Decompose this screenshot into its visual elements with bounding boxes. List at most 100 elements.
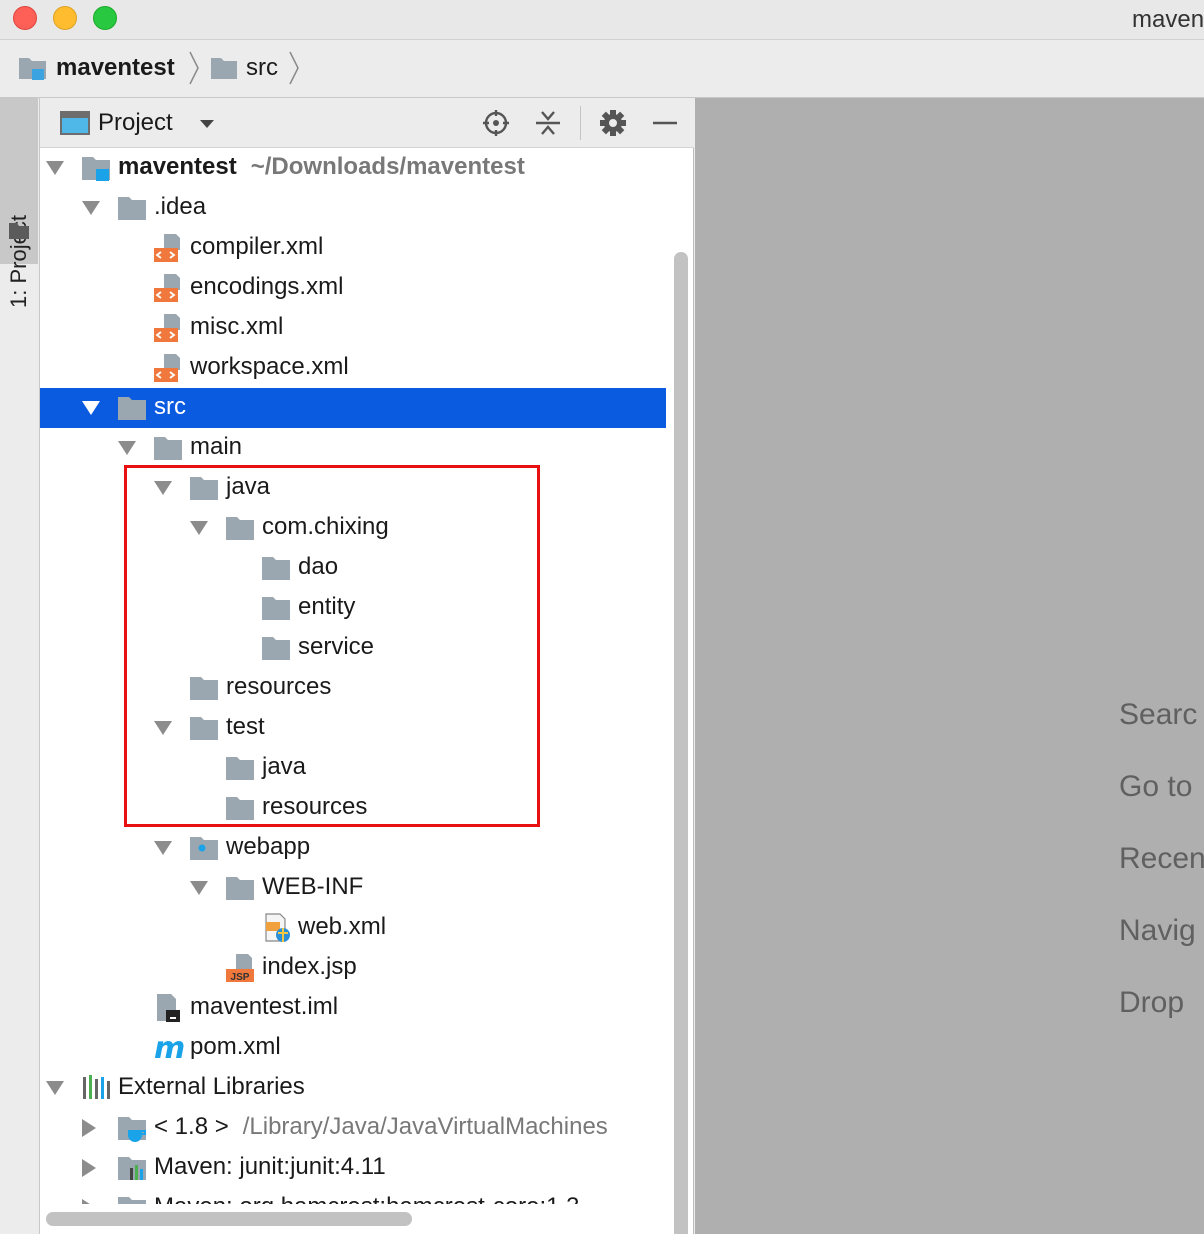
tree-row-name: WEB-INF <box>262 873 364 900</box>
tree-row[interactable]: misc.xml <box>40 308 666 348</box>
expand-down-icon[interactable] <box>154 721 172 735</box>
tree-row[interactable]: Maven: org.hamcrest:hamcrest-core:1.3 <box>40 1188 666 1204</box>
jdk-icon <box>116 1113 148 1143</box>
chevron-down-icon[interactable] <box>200 120 214 128</box>
tree-row-name: web.xml <box>298 913 387 940</box>
tree-row[interactable]: java <box>40 748 666 788</box>
project-tree[interactable]: maventest ~/Downloads/maventest .idea compi… <box>40 148 666 1204</box>
breadcrumb-label: src <box>246 54 278 81</box>
tree-row[interactable]: maventest.iml <box>40 988 666 1028</box>
tree-row[interactable]: WEB-INF <box>40 868 666 908</box>
tree-row-name: misc.xml <box>190 313 284 340</box>
hide-panel-icon[interactable] <box>650 108 680 138</box>
tree-row[interactable]: main <box>40 428 666 468</box>
tree-row-label: pom.xml <box>190 1033 281 1061</box>
collapse-right-icon[interactable] <box>82 1199 96 1204</box>
tree-row[interactable]: com.chixing <box>40 508 666 548</box>
tree-row-label: com.chixing <box>262 513 389 541</box>
breadcrumb-label: maventest <box>56 54 175 81</box>
tree-row-name: main <box>190 433 243 460</box>
gear-icon[interactable] <box>598 108 628 138</box>
expand-down-icon[interactable] <box>82 401 100 415</box>
view-mode-selector[interactable]: Project <box>98 109 173 137</box>
folder-icon <box>188 473 220 503</box>
xml-file-icon <box>152 273 184 303</box>
editor-hint: Go to <box>1119 770 1193 803</box>
tree-row[interactable]: resources <box>40 668 666 708</box>
expand-down-icon[interactable] <box>46 161 64 175</box>
tree-row[interactable]: External Libraries <box>40 1068 666 1108</box>
tree-row-label: Maven: org.hamcrest:hamcrest-core:1.3 <box>154 1193 580 1204</box>
tree-row[interactable]: dao <box>40 548 666 588</box>
tree-row-name: java <box>226 473 271 500</box>
chevron-right-icon <box>289 51 299 85</box>
project-stripe-button[interactable]: 1: Project <box>0 98 38 308</box>
folder-icon <box>152 433 184 463</box>
expand-down-icon[interactable] <box>46 1081 64 1095</box>
folder-icon <box>224 793 256 823</box>
tree-row[interactable]: test <box>40 708 666 748</box>
tree-row[interactable]: compiler.xml <box>40 228 666 268</box>
tree-row-label: maventest.iml <box>190 993 338 1021</box>
tree-row-name: Maven: junit:junit:4.11 <box>154 1153 386 1180</box>
tree-row[interactable]: .idea <box>40 188 666 228</box>
tree-row-label: dao <box>298 553 338 581</box>
editor-hint: Navig <box>1119 914 1196 947</box>
folder-icon <box>260 593 292 623</box>
vertical-scrollbar[interactable] <box>674 252 688 1234</box>
editor-hint: Drop <box>1119 986 1185 1019</box>
expand-down-icon[interactable] <box>118 441 136 455</box>
tree-row[interactable]: webapp <box>40 828 666 868</box>
breadcrumb-item-src[interactable]: src <box>210 52 278 84</box>
tree-row-label: entity <box>298 593 355 621</box>
tree-row-path: ~/Downloads/maventest <box>250 153 525 180</box>
web-folder-icon <box>188 833 220 863</box>
title-bar: maven <box>0 0 1204 40</box>
tree-row[interactable]: Maven: junit:junit:4.11 <box>40 1148 666 1188</box>
minimize-window-button[interactable] <box>53 6 77 30</box>
tree-row[interactable]: service <box>40 628 666 668</box>
jsp-file-icon: JSP <box>224 953 256 983</box>
breadcrumb-item-maventest[interactable]: maventest <box>18 52 175 84</box>
tree-row[interactable]: java <box>40 468 666 508</box>
tree-row[interactable]: < 1.8 > /Library/Java/JavaVirtualMachines <box>40 1108 666 1148</box>
expand-down-icon[interactable] <box>190 881 208 895</box>
tree-row[interactable]: encodings.xml <box>40 268 666 308</box>
tree-row-label: resources <box>226 673 331 701</box>
folder-icon <box>224 513 256 543</box>
expand-down-icon[interactable] <box>82 201 100 215</box>
tree-row[interactable]: JSP index.jsp <box>40 948 666 988</box>
locate-file-icon[interactable] <box>481 108 511 138</box>
library-icon <box>116 1193 148 1204</box>
tree-row[interactable]: web.xml <box>40 908 666 948</box>
xml-file-icon <box>152 313 184 343</box>
folder-icon <box>224 873 256 903</box>
xml-file-icon <box>152 353 184 383</box>
tree-row-name: test <box>226 713 265 740</box>
maven-icon: m <box>152 1031 185 1066</box>
tree-row-label: WEB-INF <box>262 873 363 901</box>
tree-row[interactable]: entity <box>40 588 666 628</box>
tree-row[interactable]: m pom.xml <box>40 1028 666 1068</box>
collapse-all-icon[interactable] <box>533 108 563 138</box>
tree-row-label: maventest ~/Downloads/maventest <box>118 153 525 181</box>
tree-row[interactable]: resources <box>40 788 666 828</box>
editor-hint: Searc <box>1119 698 1198 731</box>
tree-row[interactable]: maventest ~/Downloads/maventest <box>40 148 666 188</box>
expand-down-icon[interactable] <box>154 841 172 855</box>
tree-row-label: .idea <box>154 193 206 221</box>
expand-down-icon[interactable] <box>154 481 172 495</box>
close-window-button[interactable] <box>13 6 37 30</box>
tree-row-name: workspace.xml <box>190 353 349 380</box>
toolbar-divider <box>580 106 581 140</box>
expand-down-icon[interactable] <box>190 521 208 535</box>
collapse-right-icon[interactable] <box>82 1159 96 1177</box>
tree-row[interactable]: workspace.xml <box>40 348 666 388</box>
horizontal-scrollbar[interactable] <box>46 1212 412 1226</box>
collapse-right-icon[interactable] <box>82 1119 96 1137</box>
tree-row-name: External Libraries <box>118 1073 305 1100</box>
tree-row-label: External Libraries <box>118 1073 305 1101</box>
tree-row[interactable]: src <box>40 388 666 428</box>
zoom-window-button[interactable] <box>93 6 117 30</box>
tree-row-name: encodings.xml <box>190 273 344 300</box>
